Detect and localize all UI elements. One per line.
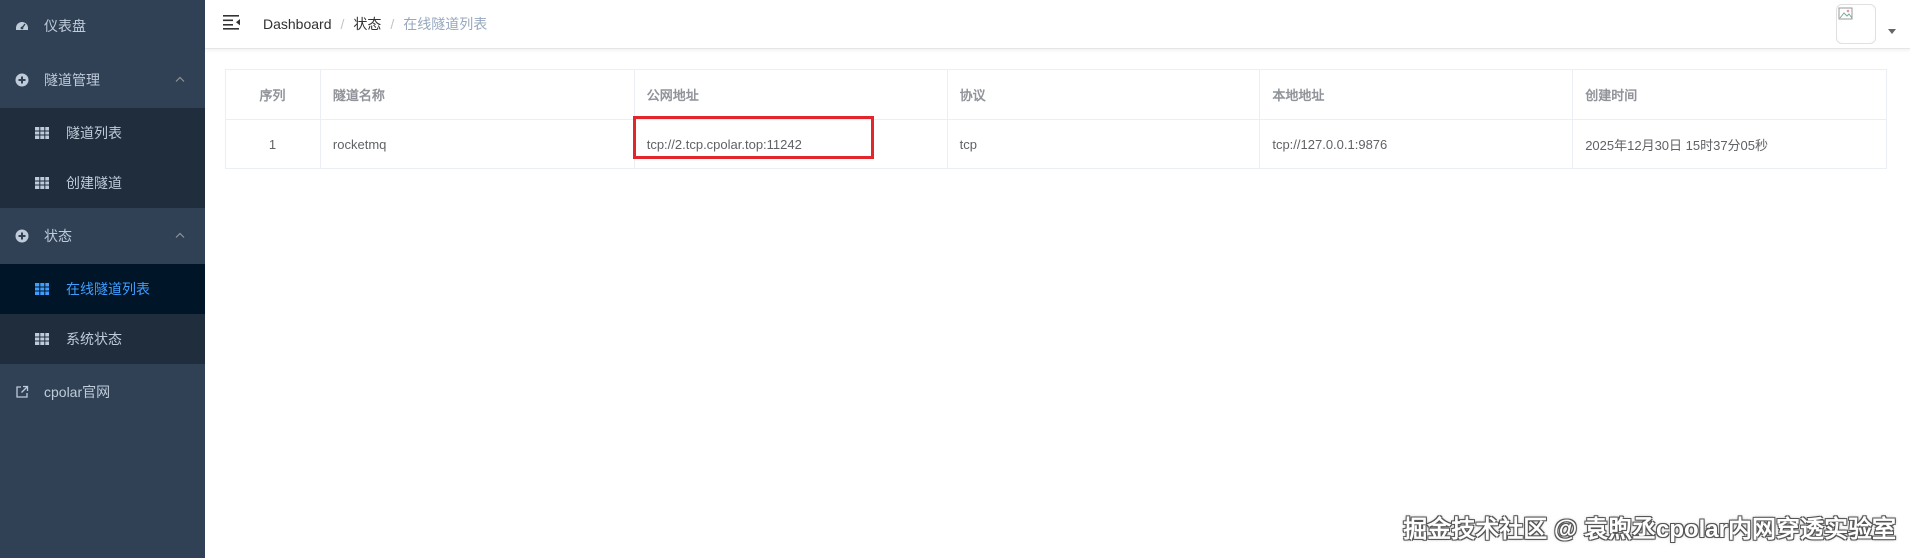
breadcrumb-separator: /	[390, 16, 395, 32]
sidebar-item-label: cpolar官网	[44, 384, 111, 400]
dashboard-icon	[14, 18, 30, 34]
sidebar-item-label: 仪表盘	[44, 18, 86, 34]
highlight-box	[633, 116, 874, 159]
caret-down-icon[interactable]	[1888, 29, 1896, 34]
top-navbar: Dashboard / 状态 / 在线隧道列表	[205, 0, 1910, 49]
cell-local-address: tcp://127.0.0.1:9876	[1259, 119, 1574, 169]
sidebar-item-system-status[interactable]: 系统状态	[0, 314, 205, 364]
submenu-tunnel-management: 隧道列表 创建隧道	[0, 108, 205, 208]
external-link-icon	[14, 384, 30, 400]
sidebar-item-online-tunnel-list[interactable]: 在线隧道列表	[0, 264, 205, 314]
submenu-status: 在线隧道列表 系统状态	[0, 264, 205, 364]
column-header-tunnel-name: 隧道名称	[319, 69, 635, 120]
sidebar-item-label: 在线隧道列表	[66, 281, 150, 297]
watermark: 掘金技术社区 @ 袁煦丞cpolar内网穿透实验室	[1403, 516, 1896, 543]
column-header-protocol: 协议	[946, 69, 1261, 120]
sidebar-item-label: 隧道列表	[66, 125, 122, 141]
chevron-up-icon	[175, 231, 185, 242]
breadcrumb-item-status[interactable]: 状态	[353, 14, 381, 34]
sidebar-item-label: 状态	[44, 228, 72, 244]
hamburger-menu-icon[interactable]	[223, 14, 241, 32]
table-header-row: 序列 隧道名称 公网地址 协议 本地地址 创建时间	[225, 69, 1887, 120]
plus-circle-icon	[14, 228, 30, 244]
breadcrumb-item-dashboard[interactable]: Dashboard	[263, 16, 332, 32]
plus-circle-icon	[14, 72, 30, 88]
sidebar-item-tunnel-list[interactable]: 隧道列表	[0, 108, 205, 158]
breadcrumb-item-current: 在线隧道列表	[403, 16, 488, 32]
online-tunnel-table: 序列 隧道名称 公网地址 协议 本地地址 创建时间 1 rocketmq tcp…	[225, 69, 1887, 169]
sidebar-item-label: 系统状态	[66, 331, 122, 347]
breadcrumb-separator: /	[340, 16, 345, 32]
sidebar-item-create-tunnel[interactable]: 创建隧道	[0, 158, 205, 208]
avatar[interactable]	[1836, 4, 1876, 44]
sidebar-item-label: 创建隧道	[66, 175, 122, 191]
column-header-public-address: 公网地址	[633, 69, 948, 120]
chevron-up-icon	[175, 75, 185, 86]
cell-created-time: 2025年12月30日 15时37分05秒	[1572, 119, 1887, 169]
cell-tunnel-name: rocketmq	[319, 119, 635, 169]
table-icon	[34, 175, 50, 191]
sidebar-item-status[interactable]: 状态	[0, 208, 205, 264]
column-header-index: 序列	[225, 69, 321, 120]
cell-protocol: tcp	[946, 119, 1261, 169]
column-header-local-address: 本地地址	[1259, 69, 1574, 120]
table-icon	[34, 125, 50, 141]
broken-image-icon	[1838, 7, 1853, 20]
table-icon	[34, 281, 50, 297]
table-row: 1 rocketmq tcp://2.tcp.cpolar.top:11242 …	[225, 119, 1887, 169]
breadcrumb: Dashboard / 状态 / 在线隧道列表	[263, 14, 487, 34]
sidebar-item-label: 隧道管理	[44, 72, 100, 88]
column-header-created-time: 创建时间	[1572, 69, 1887, 120]
sidebar: 仪表盘 隧道管理 隧道列表 创建隧道 状态 在线隧道列表 系统状态 cpolar…	[0, 0, 205, 558]
sidebar-item-dashboard[interactable]: 仪表盘	[0, 0, 205, 52]
table-icon	[34, 331, 50, 347]
cell-index: 1	[225, 119, 321, 169]
sidebar-item-tunnel-management[interactable]: 隧道管理	[0, 52, 205, 108]
sidebar-item-cpolar-website[interactable]: cpolar官网	[0, 364, 205, 420]
